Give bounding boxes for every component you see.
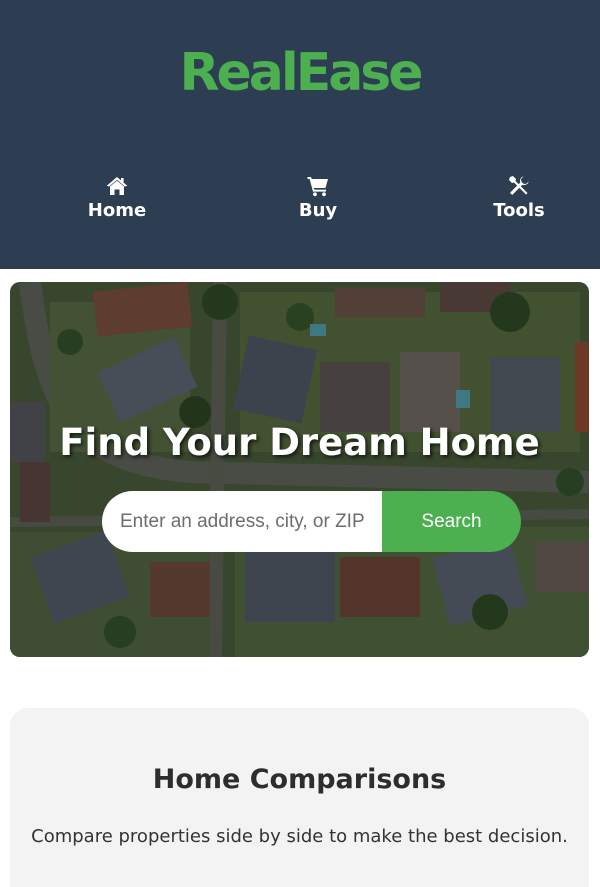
cart-icon [307, 177, 328, 197]
aerial-neighborhood-image [10, 282, 589, 657]
site-header: RealEase Home Buy Tools [0, 0, 600, 269]
nav-item-label: Home [87, 200, 147, 221]
nav-item-label: Buy [298, 200, 338, 221]
feature-card-home-comparisons: Home Comparisons Compare properties side… [10, 708, 589, 887]
feature-description: Compare properties side by side to make … [31, 826, 568, 847]
search-input[interactable] [102, 491, 384, 552]
hero-banner: Find Your Dream Home Search [10, 282, 589, 657]
feature-title: Home Comparisons [152, 764, 447, 795]
nav-item-label: Tools [493, 200, 545, 221]
nav-item-tools[interactable]: Tools [459, 174, 579, 224]
home-icon [106, 177, 128, 195]
hero-title: Find Your Dream Home [59, 421, 540, 464]
nav-item-buy[interactable]: Buy [258, 174, 378, 224]
search-bar: Search [102, 491, 521, 552]
tools-icon [509, 176, 529, 195]
brand-logo[interactable]: RealEase [0, 38, 600, 108]
nav-item-home[interactable]: Home [57, 174, 177, 224]
search-button[interactable]: Search [382, 491, 521, 552]
